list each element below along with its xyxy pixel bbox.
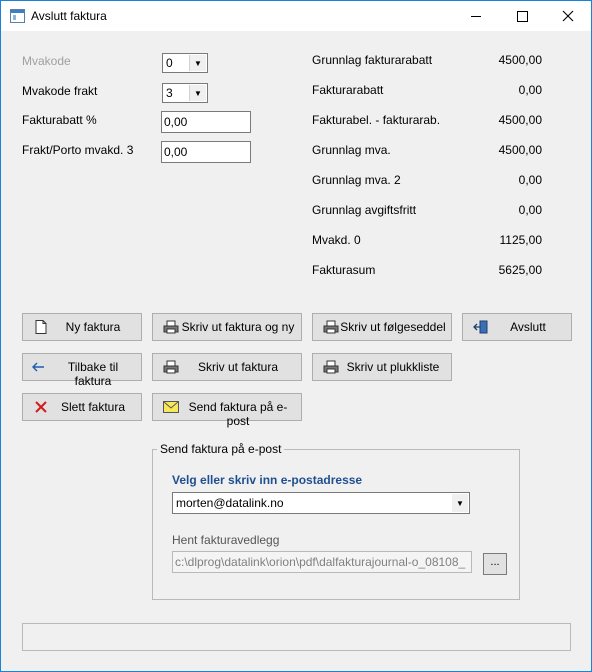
summary-label: Fakturarabatt [312, 83, 384, 97]
tilbake-til-faktura-button[interactable]: Tilbake til faktura [22, 353, 142, 388]
frakt-porto-label: Frakt/Porto mvakd. 3 [22, 143, 134, 157]
frakt-porto-input[interactable]: 0,00 [161, 141, 251, 163]
summary-label: Grunnlag mva. [312, 143, 391, 157]
summary-label: Mvakd. 0 [312, 233, 361, 247]
arrow-left-icon [30, 360, 46, 374]
mvakode-frakt-select[interactable]: 3 ▼ [162, 83, 208, 103]
chevron-down-icon[interactable]: ▼ [452, 494, 468, 512]
skriv-ut-faktura-og-ny-label: Skriv ut faktura og ny [181, 320, 295, 334]
email-group-title: Send faktura på e-post [157, 442, 285, 456]
printer-icon [323, 360, 339, 374]
attachment-path-field[interactable]: c:\dlprog\datalink\orion\pdf\dalfakturaj… [172, 551, 472, 573]
new-document-icon [33, 320, 49, 334]
skriv-ut-folgeseddel-label: Skriv ut følgeseddel [340, 320, 446, 334]
ny-faktura-label: Ny faktura [65, 320, 121, 334]
exit-door-icon [473, 320, 489, 334]
summary-value: 0,00 [518, 83, 542, 97]
summary-value: 0,00 [518, 203, 542, 217]
app-window-icon [10, 9, 25, 23]
email-address-label: Velg eller skriv inn e-postadresse [172, 473, 363, 487]
maximize-button[interactable] [499, 1, 545, 31]
minimize-button[interactable] [453, 1, 499, 31]
window: Avslutt faktura Mvakode 0 ▼ Mvakode frak… [0, 0, 592, 672]
slett-faktura-label: Slett faktura [60, 400, 126, 414]
maximize-icon [516, 10, 528, 22]
summary-value: 1125,00 [499, 233, 543, 247]
chevron-down-icon[interactable]: ▼ [189, 85, 206, 101]
minimize-icon [471, 15, 481, 17]
tilbake-til-faktura-label: Tilbake til faktura [67, 360, 119, 388]
email-groupbox [152, 449, 520, 600]
browse-button[interactable]: ... [483, 553, 507, 575]
window-title: Avslutt faktura [31, 9, 107, 23]
status-bar [22, 623, 571, 651]
email-address-select[interactable]: morten@datalink.no ▼ [172, 492, 470, 514]
close-icon [562, 10, 574, 22]
send-faktura-epost-button[interactable]: Send faktura på e-post [152, 393, 302, 428]
summary-label: Fakturabel. - fakturarab. [312, 113, 441, 127]
mvakode-label: Mvakode [22, 54, 71, 68]
skriv-ut-plukkliste-label: Skriv ut plukkliste [346, 360, 440, 374]
slett-faktura-button[interactable]: Slett faktura [22, 393, 142, 421]
envelope-icon [163, 400, 179, 414]
fakturarabatt-label: Fakturabatt % [22, 113, 97, 127]
mvakode-frakt-label: Mvakode frakt [22, 84, 98, 98]
printer-icon [163, 320, 179, 334]
skriv-ut-faktura-button[interactable]: Skriv ut faktura [152, 353, 302, 381]
chevron-down-icon[interactable]: ▼ [189, 55, 206, 71]
ny-faktura-button[interactable]: Ny faktura [22, 313, 142, 341]
summary-value: 4500,00 [498, 143, 542, 157]
mvakode-value: 0 [166, 56, 173, 70]
summary-value: 4500,00 [498, 53, 542, 67]
email-address-value: morten@datalink.no [176, 496, 284, 510]
skriv-ut-plukkliste-button[interactable]: Skriv ut plukkliste [312, 353, 452, 381]
delete-x-icon [33, 400, 49, 414]
mvakode-frakt-value: 3 [166, 86, 173, 100]
summary-label: Fakturasum [312, 263, 376, 277]
fakturarabatt-input[interactable]: 0,00 [161, 111, 251, 133]
send-faktura-epost-label: Send faktura på e-post [188, 400, 288, 428]
summary-label: Grunnlag avgiftsfritt [312, 203, 417, 217]
avslutt-button[interactable]: Avslutt [462, 313, 572, 341]
title-bar: Avslutt faktura [1, 1, 591, 31]
skriv-ut-folgeseddel-button[interactable]: Skriv ut følgeseddel [312, 313, 452, 341]
summary-label: Grunnlag mva. 2 [312, 173, 401, 187]
summary-value: 5625,00 [498, 263, 542, 277]
close-button[interactable] [545, 1, 591, 31]
summary-value: 0,00 [518, 173, 542, 187]
skriv-ut-faktura-label: Skriv ut faktura [197, 360, 279, 374]
attachment-label: Hent fakturavedlegg [172, 533, 280, 547]
avslutt-label: Avslutt [510, 320, 546, 334]
skriv-ut-faktura-og-ny-button[interactable]: Skriv ut faktura og ny [152, 313, 302, 341]
summary-label: Grunnlag fakturarabatt [312, 53, 433, 67]
mvakode-select[interactable]: 0 ▼ [162, 53, 208, 73]
printer-icon [323, 320, 339, 334]
summary-value: 4500,00 [498, 113, 542, 127]
printer-icon [163, 360, 179, 374]
